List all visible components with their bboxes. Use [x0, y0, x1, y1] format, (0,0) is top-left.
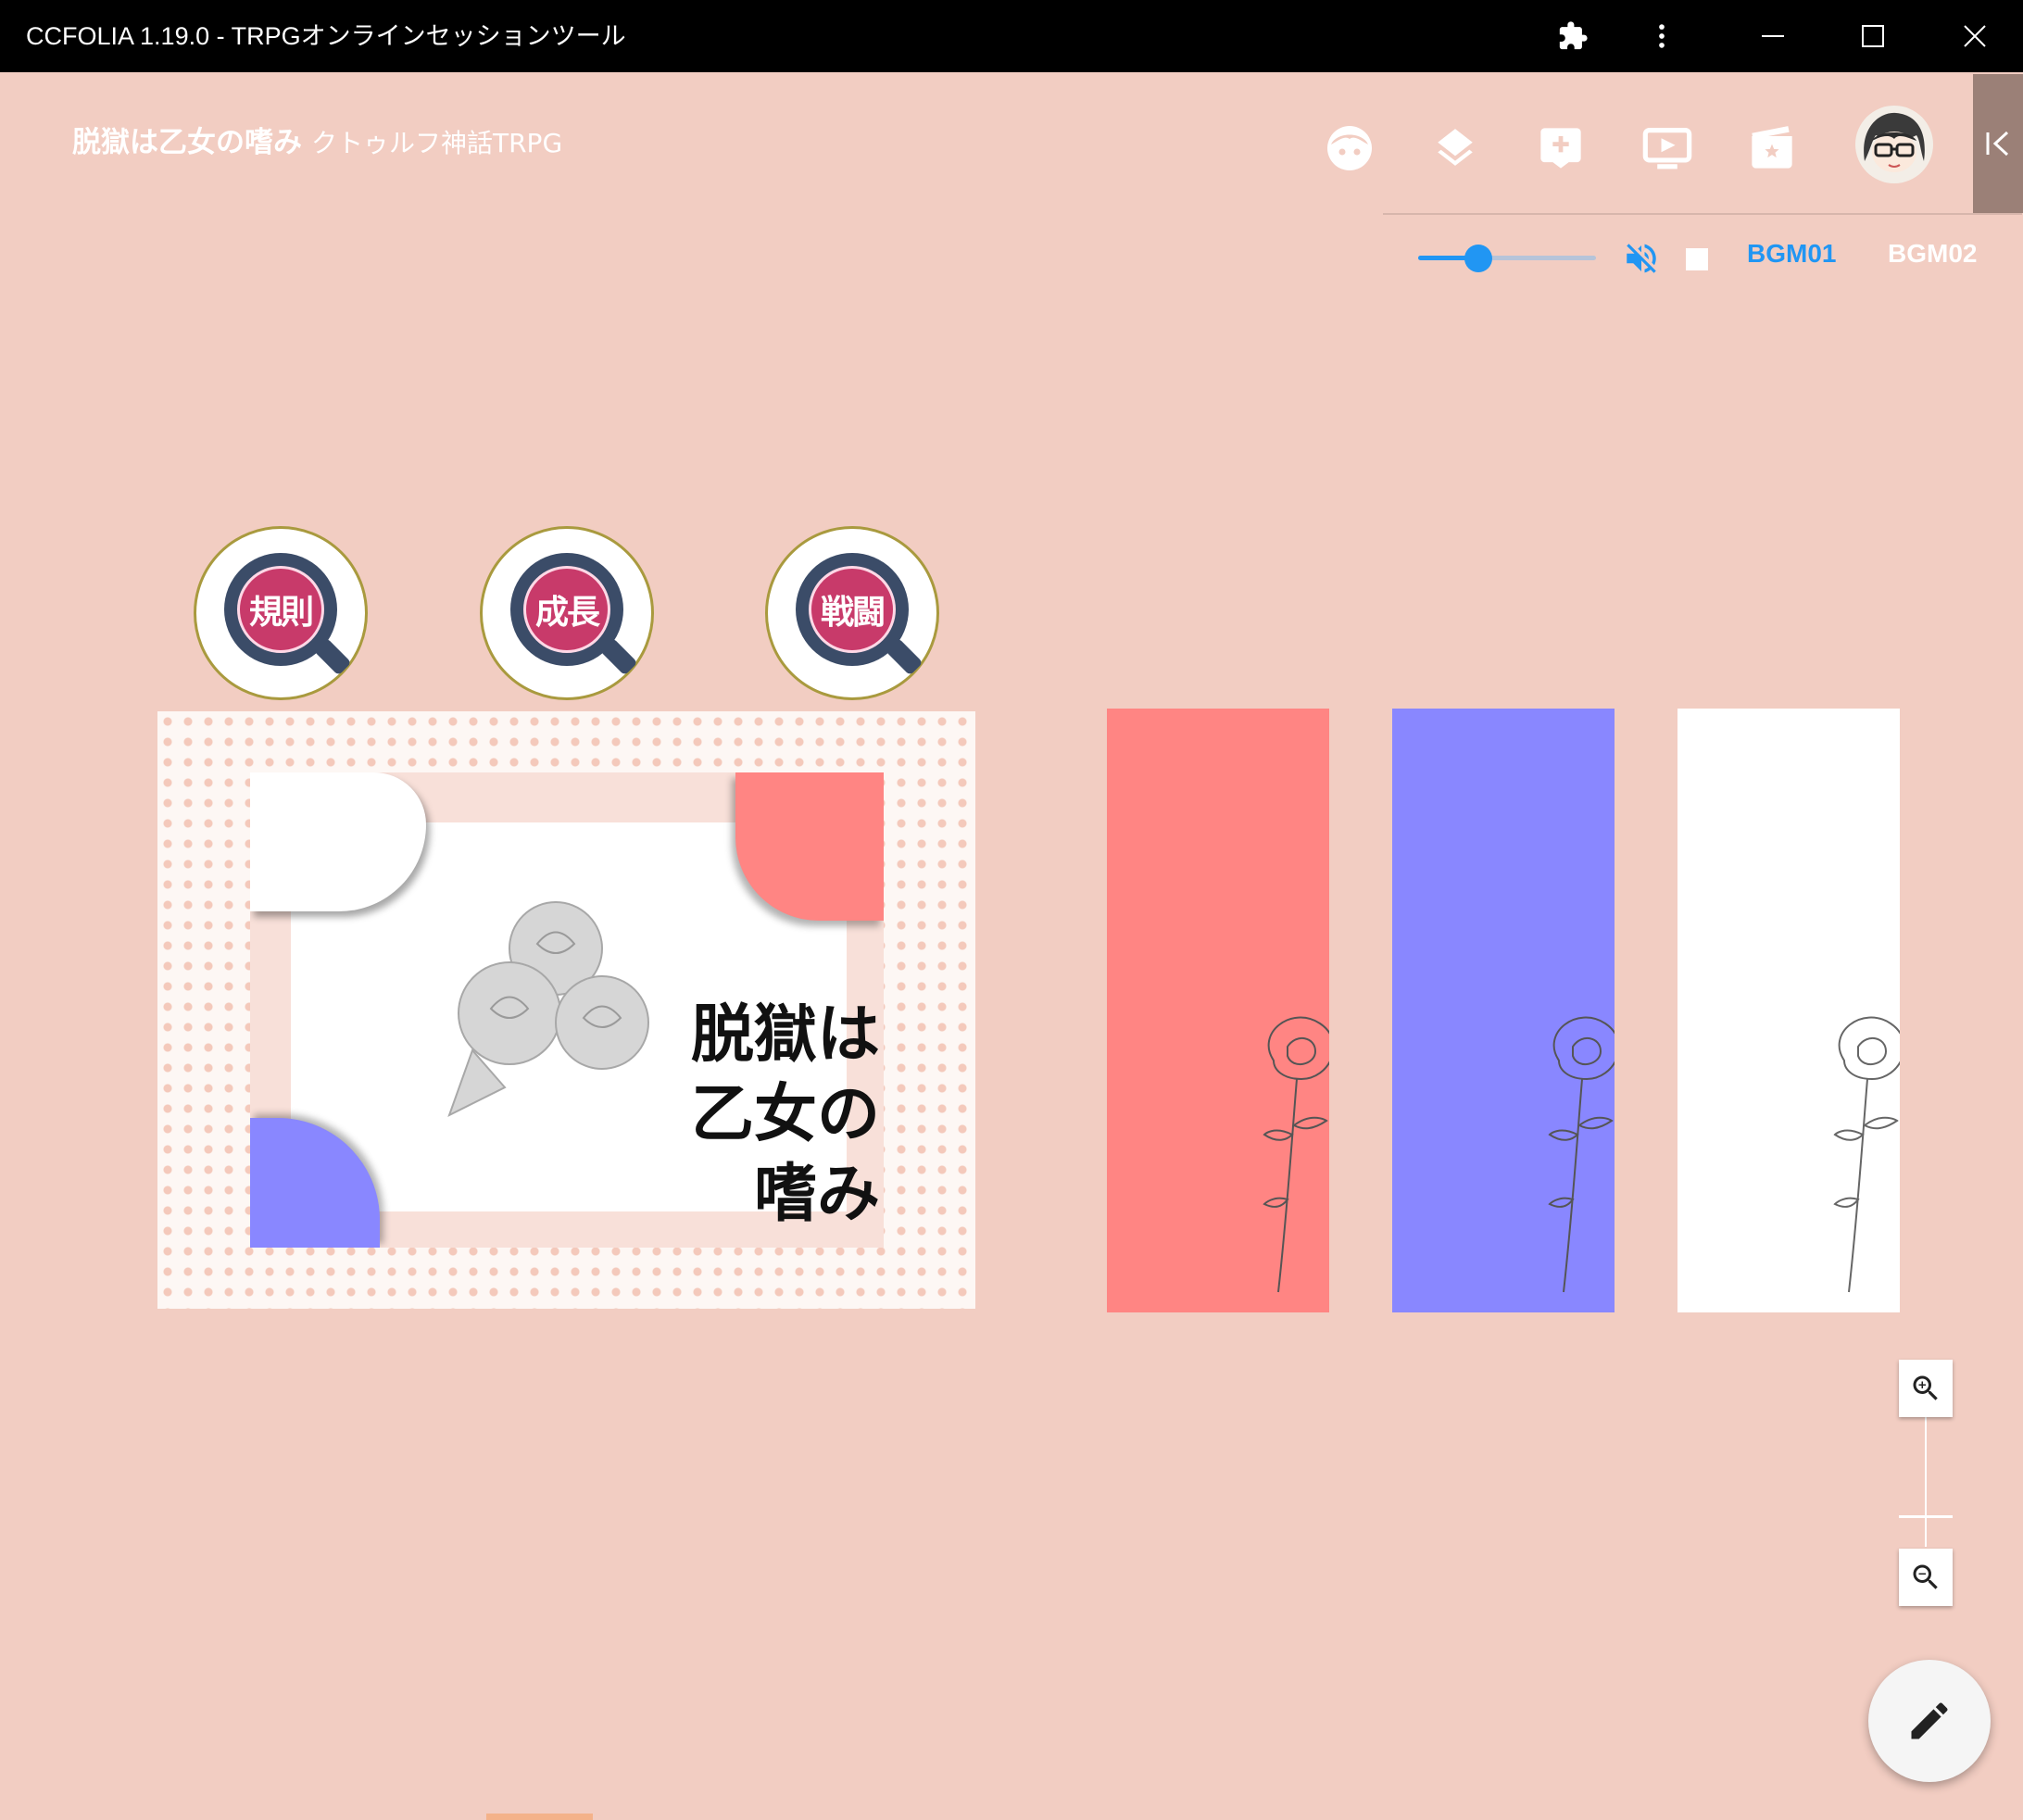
zoom-slider-thumb[interactable] — [1899, 1515, 1953, 1518]
room-name: 脱獄は乙女の嗜み — [72, 126, 302, 159]
rose-icon — [1833, 1016, 1900, 1293]
rules-marker[interactable]: 規則 — [194, 526, 368, 700]
magnifier-handle — [599, 637, 638, 676]
title-art-line1: 脱獄は — [690, 998, 880, 1072]
rules-label: 規則 — [237, 566, 324, 653]
stop-button[interactable] — [1686, 248, 1708, 270]
collapse-icon — [1986, 131, 2009, 157]
bottom-drawer-handle[interactable] — [486, 1814, 593, 1820]
maximize-icon[interactable] — [1836, 0, 1910, 72]
window-titlebar: CCFOLIA 1.19.0 - TRPGオンラインセッションツール — [0, 0, 2023, 72]
combat-label: 戦闘 — [809, 566, 896, 653]
title-art-frame[interactable]: 脱獄は 乙女の 嗜み — [157, 711, 975, 1309]
minimize-icon[interactable] — [1736, 0, 1810, 72]
volume-off-icon[interactable] — [1622, 239, 1661, 278]
bgm-track-2[interactable]: BGM02 — [1888, 239, 1977, 269]
close-icon[interactable] — [1938, 0, 2012, 72]
face-icon[interactable] — [1322, 120, 1377, 176]
layers-icon[interactable] — [1427, 120, 1483, 176]
rose-icon — [1548, 1016, 1615, 1293]
volume-slider-thumb[interactable] — [1464, 245, 1492, 272]
zoom-in-icon — [1913, 1375, 1938, 1400]
zoom-out-icon — [1913, 1564, 1938, 1589]
window-title: CCFOLIA 1.19.0 - TRPGオンラインセッションツール — [26, 22, 626, 50]
screen-share-icon[interactable] — [1640, 120, 1695, 176]
title-art-panel: 脱獄は 乙女の 嗜み — [250, 772, 884, 1248]
room-system: クトゥルフ神話TRPG — [311, 128, 563, 158]
magnifier-handle — [885, 637, 924, 676]
edit-fab[interactable] — [1868, 1660, 1991, 1782]
title-art-line2: 乙女の — [690, 1077, 880, 1151]
magnifier-handle — [313, 637, 352, 676]
zoom-slider-track[interactable] — [1925, 1417, 1927, 1547]
growth-label: 成長 — [523, 566, 610, 653]
title-art-text: 脱獄は 乙女の 嗜み — [639, 995, 880, 1234]
title-art-line3: 嗜み — [753, 1157, 880, 1231]
card-red[interactable] — [1107, 709, 1329, 1312]
add-comment-icon[interactable] — [1533, 120, 1589, 176]
edit-icon — [1911, 1702, 1948, 1739]
zoom-in-button[interactable] — [1899, 1360, 1953, 1417]
zoom-out-button[interactable] — [1899, 1549, 1953, 1606]
roses-illustration — [447, 901, 649, 1118]
combat-marker[interactable]: 戦闘 — [765, 526, 939, 700]
avatar[interactable] — [1855, 106, 1933, 183]
growth-marker[interactable]: 成長 — [480, 526, 654, 700]
room-title: 脱獄は乙女の嗜み クトゥルフ神話TRPG — [72, 119, 562, 160]
rose-icon — [1263, 1016, 1329, 1293]
more-vert-icon[interactable] — [1625, 0, 1699, 72]
appbar-divider — [1383, 213, 2022, 215]
card-blue[interactable] — [1392, 709, 1615, 1312]
card-white[interactable] — [1677, 709, 1900, 1312]
scene-icon[interactable] — [1744, 120, 1800, 176]
extension-icon[interactable] — [1536, 0, 1610, 72]
drawer-toggle-button[interactable] — [1973, 74, 2023, 213]
bgm-track-1[interactable]: BGM01 — [1747, 239, 1836, 269]
